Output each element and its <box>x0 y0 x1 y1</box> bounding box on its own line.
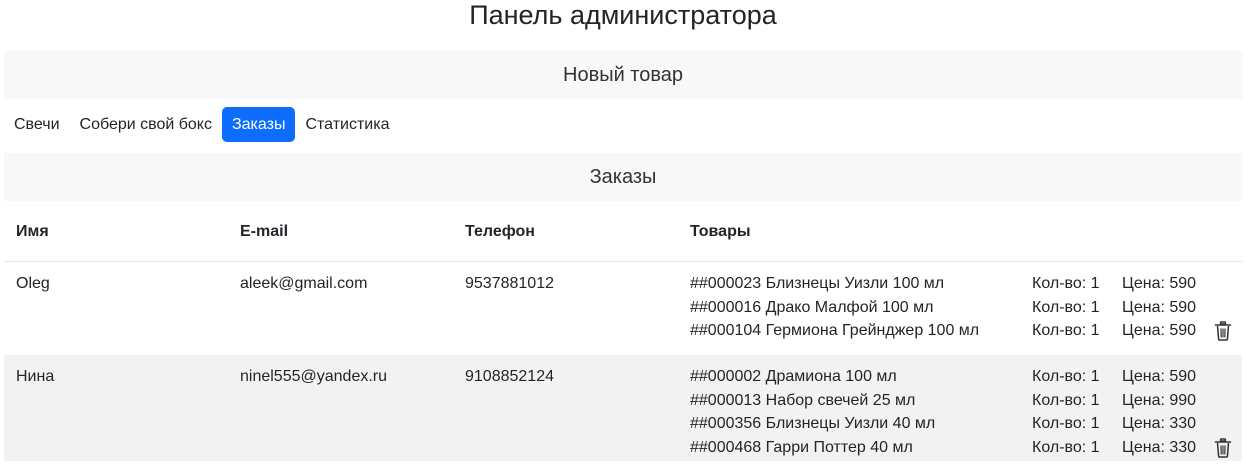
orders-section-title: Заказы <box>4 153 1242 201</box>
order-items: ##000023 Близнецы Уизли 100 мл Кол-во: 1… <box>690 272 1242 343</box>
order-item: ##000104 Гермиона Грейнджер 100 мл Кол-в… <box>690 319 1242 343</box>
item-price: Цена: 330 <box>1122 415 1197 432</box>
column-header-name: Имя <box>16 223 49 240</box>
order-item: ##000013 Набор свечей 25 мл Кол-во: 1 Це… <box>690 389 1242 413</box>
item-qty: Кол-во: 1 <box>1032 391 1100 409</box>
table-row: Нина ninel555@yandex.ru 9108852124 ##000… <box>4 355 1242 461</box>
tab-orders[interactable]: Заказы <box>221 107 296 142</box>
order-item: ##000023 Близнецы Уизли 100 мл Кол-во: 1… <box>690 272 1242 296</box>
item-name: ##000104 Гермиона Грейнджер 100 мл <box>690 322 980 339</box>
column-header-email: E-mail <box>240 223 289 240</box>
item-name: ##000356 Близнецы Уизли 40 мл <box>690 415 936 432</box>
item-name: ##000023 Близнецы Уизли 100 мл <box>690 275 945 292</box>
item-name: ##000002 Драмиона 100 мл <box>690 368 897 385</box>
order-item: ##000468 Гарри Поттер 40 мл Кол-во: 1 Це… <box>690 436 1242 460</box>
item-price: Цена: 990 <box>1122 391 1197 409</box>
customer-phone: 9108852124 <box>465 368 554 385</box>
item-qty: Кол-во: 1 <box>1032 275 1100 292</box>
page-title: Панель администратора <box>469 0 777 30</box>
customer-email: ninel555@yandex.ru <box>240 368 388 385</box>
item-price: Цена: 590 <box>1122 275 1197 292</box>
tab-statistics[interactable]: Статистика <box>295 107 399 142</box>
item-price: Цена: 590 <box>1122 322 1197 339</box>
item-price: Цена: 590 <box>1122 368 1197 385</box>
customer-phone: 9537881012 <box>465 275 554 292</box>
column-header-phone: Телефон <box>465 223 535 240</box>
item-name: ##000016 Драко Малфой 100 мл <box>690 298 934 316</box>
order-item: ##000016 Драко Малфой 100 мл Кол-во: 1 Ц… <box>690 296 1242 320</box>
tab-build-box[interactable]: Собери свой бокс <box>70 107 222 142</box>
customer-name: Oleg <box>16 275 50 292</box>
order-item: ##000002 Драмиона 100 мл Кол-во: 1 Цена:… <box>690 365 1242 389</box>
new-product-bar[interactable]: Новый товар <box>4 51 1242 99</box>
trash-icon[interactable] <box>1214 437 1232 458</box>
customer-email: aleek@gmail.com <box>240 275 368 292</box>
item-qty: Кол-во: 1 <box>1032 322 1100 339</box>
item-qty: Кол-во: 1 <box>1032 368 1100 385</box>
item-name: ##000468 Гарри Поттер 40 мл <box>690 438 913 456</box>
trash-icon[interactable] <box>1214 321 1232 341</box>
item-qty: Кол-во: 1 <box>1032 415 1100 432</box>
order-item: ##000356 Близнецы Уизли 40 мл Кол-во: 1 … <box>690 412 1242 436</box>
tabs-nav: Свечи Собери свой бокс Заказы Статистика <box>4 107 399 142</box>
order-items: ##000002 Драмиона 100 мл Кол-во: 1 Цена:… <box>690 365 1242 459</box>
item-qty: Кол-во: 1 <box>1032 298 1100 316</box>
column-header-products: Товары <box>690 223 751 240</box>
item-qty: Кол-во: 1 <box>1032 438 1100 456</box>
item-price: Цена: 330 <box>1122 438 1197 456</box>
table-row: Oleg aleek@gmail.com 9537881012 ##000023… <box>4 262 1242 353</box>
item-price: Цена: 590 <box>1122 298 1197 316</box>
item-name: ##000013 Набор свечей 25 мл <box>690 391 916 409</box>
customer-name: Нина <box>16 368 55 385</box>
tab-candles[interactable]: Свечи <box>4 107 70 142</box>
